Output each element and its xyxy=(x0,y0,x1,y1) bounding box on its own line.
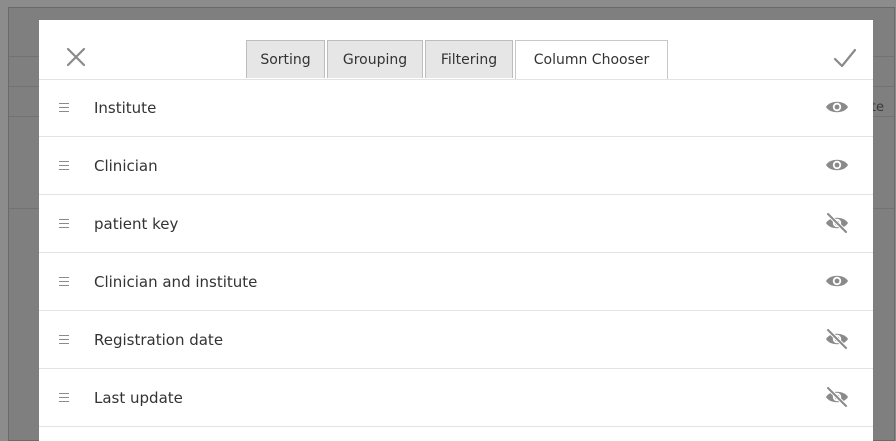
column-item[interactable]: Last update xyxy=(39,369,873,427)
column-item[interactable]: Clinician xyxy=(39,137,873,195)
eye-off-icon[interactable] xyxy=(825,213,849,233)
dialog-tabs: Sorting Grouping Filtering Column Choose… xyxy=(246,40,670,79)
tab-label: Sorting xyxy=(260,51,311,68)
drag-handle-icon[interactable] xyxy=(59,161,69,171)
close-icon xyxy=(66,47,86,67)
column-item[interactable]: patient key xyxy=(39,195,873,253)
eye-icon[interactable] xyxy=(825,271,849,291)
column-label: Clinician xyxy=(94,156,158,175)
tab-sorting[interactable]: Sorting xyxy=(246,40,325,78)
confirm-button[interactable] xyxy=(832,45,858,71)
eye-off-icon[interactable] xyxy=(825,329,849,349)
tab-label: Grouping xyxy=(342,51,408,68)
eye-icon[interactable] xyxy=(825,155,849,175)
drag-handle-icon[interactable] xyxy=(59,335,69,345)
drag-handle-icon[interactable] xyxy=(59,103,69,113)
column-settings-dialog: Sorting Grouping Filtering Column Choose… xyxy=(39,20,873,441)
tab-filtering[interactable]: Filtering xyxy=(425,40,513,78)
drag-handle-icon[interactable] xyxy=(59,393,69,403)
eye-off-icon[interactable] xyxy=(825,387,849,407)
eye-icon[interactable] xyxy=(825,97,849,117)
tab-label: Filtering xyxy=(440,51,498,68)
tab-column-chooser[interactable]: Column Chooser xyxy=(515,40,668,79)
column-item[interactable]: Clinician and institute xyxy=(39,253,873,311)
close-button[interactable] xyxy=(64,45,88,69)
tab-grouping[interactable]: Grouping xyxy=(327,40,423,78)
column-label: Clinician and institute xyxy=(94,272,258,291)
dialog-header: Sorting Grouping Filtering Column Choose… xyxy=(39,20,873,80)
checkmark-icon xyxy=(833,48,857,68)
drag-handle-icon[interactable] xyxy=(59,277,69,287)
column-label: Registration date xyxy=(94,330,224,349)
column-label: Institute xyxy=(94,98,157,117)
column-list: Institute Clinician patient key Clinicia… xyxy=(39,79,873,427)
tab-label: Column Chooser xyxy=(533,52,650,68)
column-item[interactable]: Institute xyxy=(39,79,873,137)
drag-handle-icon[interactable] xyxy=(59,219,69,229)
column-label: patient key xyxy=(94,214,179,233)
column-item[interactable]: Registration date xyxy=(39,311,873,369)
column-label: Last update xyxy=(94,388,183,407)
